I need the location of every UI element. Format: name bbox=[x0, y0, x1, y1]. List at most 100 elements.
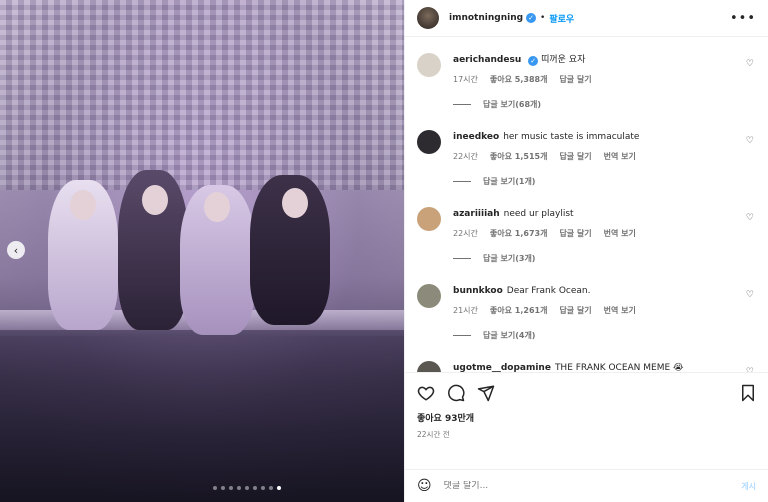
comment-text: aerichandesu ✓ 띠꺼운 요자 bbox=[453, 54, 756, 66]
comment-body: azariiiiah need ur playlist 22시간 좋아요 1,673개… bbox=[453, 207, 756, 239]
comment-row: ugotme__dopamineTHE FRANK OCEAN MEME 😭22… bbox=[417, 361, 756, 372]
comment-heart-icon[interactable]: ♡ bbox=[746, 136, 754, 146]
comment-heart-icon[interactable]: ♡ bbox=[746, 290, 754, 300]
comment-item: ineedkeo her music taste is immaculate 22시… bbox=[417, 130, 756, 207]
comment-body: ineedkeo her music taste is immaculate 22시… bbox=[453, 130, 756, 162]
comment-time[interactable]: 22시간 bbox=[453, 228, 478, 239]
commenter-username[interactable]: azariiiiah bbox=[453, 209, 500, 219]
comment-heart-icon[interactable]: ♡ bbox=[746, 59, 754, 69]
post-header: imnotningning ✓ • 팔로우 ••• bbox=[405, 0, 768, 37]
comment-heart-icon[interactable]: ♡ bbox=[746, 213, 754, 223]
carousel-dot bbox=[213, 486, 217, 490]
comment-icon[interactable] bbox=[447, 384, 465, 402]
comment-body: bunnkkoo Dear Frank Ocean. 21시간 좋아요 1,261개 답… bbox=[453, 284, 756, 316]
comment-content: her music taste is immaculate bbox=[503, 132, 640, 142]
commenter-avatar[interactable] bbox=[417, 361, 441, 372]
comment-item: bunnkkoo Dear Frank Ocean. 21시간 좋아요 1,261개 답… bbox=[417, 284, 756, 361]
comment-time[interactable]: 17시간 bbox=[453, 74, 478, 85]
view-replies-button[interactable]: 답글 보기(68개) bbox=[453, 99, 756, 110]
post-timestamp[interactable]: 22시간 전 bbox=[417, 429, 756, 440]
replies-line bbox=[453, 258, 471, 259]
comment-likes[interactable]: 좋아요 5,388개 bbox=[490, 74, 548, 85]
comment-likes[interactable]: 좋아요 1,261개 bbox=[490, 305, 548, 316]
translate-button[interactable]: 번역 보기 bbox=[604, 151, 636, 162]
action-icons bbox=[417, 381, 756, 405]
follow-button[interactable]: 팔로우 bbox=[549, 12, 574, 25]
reply-button[interactable]: 답글 달기 bbox=[559, 228, 591, 239]
view-replies-label: 답글 보기(3개) bbox=[483, 254, 536, 263]
view-replies-button[interactable]: 답글 보기(3개) bbox=[453, 253, 756, 264]
view-replies-button[interactable]: 답글 보기(1개) bbox=[453, 176, 756, 187]
view-replies-button[interactable]: 답글 보기(4개) bbox=[453, 330, 756, 341]
comment-likes[interactable]: 좋아요 1,673개 bbox=[490, 228, 548, 239]
photo-head bbox=[70, 190, 96, 220]
commenter-avatar[interactable] bbox=[417, 130, 441, 154]
comment-likes[interactable]: 좋아요 1,515개 bbox=[490, 151, 548, 162]
carousel-dot bbox=[245, 486, 249, 490]
comment-body: ugotme__dopamineTHE FRANK OCEAN MEME 😭22… bbox=[453, 361, 756, 372]
view-replies-label: 답글 보기(68개) bbox=[483, 100, 542, 109]
author-username[interactable]: imnotningning bbox=[449, 13, 523, 23]
post-actions: 좋아요 93만개 22시간 전 bbox=[405, 372, 768, 469]
view-replies-label: 답글 보기(1개) bbox=[483, 177, 536, 186]
header-separator: • bbox=[540, 13, 546, 23]
reply-button[interactable]: 답글 달기 bbox=[559, 305, 591, 316]
comment-row: aerichandesu ✓ 띠꺼운 요자 17시간 좋아요 5,388개 답글 달기 ♡ bbox=[417, 53, 756, 85]
comment-content: 띠꺼운 요자 bbox=[541, 55, 586, 65]
comment-time[interactable]: 22시간 bbox=[453, 151, 478, 162]
comment-meta: 22시간 좋아요 1,515개 답글 달기 번역 보기 bbox=[453, 151, 756, 162]
photo-head bbox=[142, 185, 168, 215]
comment-item: azariiiiah need ur playlist 22시간 좋아요 1,673개… bbox=[417, 207, 756, 284]
comment-meta: 22시간 좋아요 1,673개 답글 달기 번역 보기 bbox=[453, 228, 756, 239]
commenter-avatar[interactable] bbox=[417, 207, 441, 231]
comment-heart-icon[interactable]: ♡ bbox=[746, 367, 754, 372]
commenter-avatar[interactable] bbox=[417, 53, 441, 77]
comment-content: Dear Frank Ocean. bbox=[506, 286, 591, 296]
commenter-username[interactable]: ineedkeo bbox=[453, 132, 499, 142]
replies-line bbox=[453, 335, 471, 336]
replies-line bbox=[453, 104, 471, 105]
commenter-username[interactable]: aerichandesu bbox=[453, 55, 521, 65]
comment-input[interactable] bbox=[443, 481, 742, 491]
comment-text: azariiiiah need ur playlist bbox=[453, 208, 756, 220]
photo-head bbox=[282, 188, 308, 218]
comment-content: THE FRANK OCEAN MEME 😭 bbox=[554, 363, 684, 372]
view-replies-label: 답글 보기(4개) bbox=[483, 331, 536, 340]
comment-item: ugotme__dopamineTHE FRANK OCEAN MEME 😭22… bbox=[417, 361, 756, 372]
post-photo[interactable]: ‹ bbox=[0, 0, 404, 502]
bookmark-icon[interactable] bbox=[740, 384, 756, 402]
comments-list: aerichandesu ✓ 띠꺼운 요자 17시간 좋아요 5,388개 답글 달기 ♡… bbox=[405, 37, 768, 372]
translate-button[interactable]: 번역 보기 bbox=[604, 305, 636, 316]
carousel-dots bbox=[0, 486, 404, 490]
carousel-dot bbox=[269, 486, 273, 490]
carousel-prev-button[interactable]: ‹ bbox=[7, 241, 25, 259]
share-icon[interactable] bbox=[477, 384, 495, 402]
commenter-avatar[interactable] bbox=[417, 284, 441, 308]
author-avatar[interactable] bbox=[417, 7, 439, 29]
more-options-icon[interactable]: ••• bbox=[730, 11, 756, 26]
comment-content: need ur playlist bbox=[503, 209, 574, 219]
photo-floor bbox=[0, 330, 404, 502]
carousel-dot bbox=[261, 486, 265, 490]
emoji-icon[interactable]: ☺ bbox=[417, 478, 432, 494]
chevron-left-icon: ‹ bbox=[13, 243, 19, 257]
instagram-post: ‹ imnotningning ✓ • 팔로우 ••• aerichandesu… bbox=[0, 0, 768, 502]
reply-button[interactable]: 답글 달기 bbox=[559, 151, 591, 162]
commenter-username[interactable]: ugotme__dopamine bbox=[453, 363, 551, 372]
comment-row: ineedkeo her music taste is immaculate 22시… bbox=[417, 130, 756, 162]
comment-text: bunnkkoo Dear Frank Ocean. bbox=[453, 285, 756, 297]
likes-count[interactable]: 좋아요 93만개 bbox=[417, 411, 756, 424]
photo-head bbox=[204, 192, 230, 222]
comment-text: ineedkeo her music taste is immaculate bbox=[453, 131, 756, 143]
post-comment-button[interactable]: 게시 bbox=[741, 481, 756, 492]
translate-button[interactable]: 번역 보기 bbox=[604, 228, 636, 239]
comment-item: aerichandesu ✓ 띠꺼운 요자 17시간 좋아요 5,388개 답글 달기 ♡… bbox=[417, 53, 756, 130]
carousel-dot bbox=[221, 486, 225, 490]
photo-stands bbox=[0, 0, 404, 190]
heart-icon[interactable] bbox=[417, 384, 435, 402]
post-side-panel: imnotningning ✓ • 팔로우 ••• aerichandesu ✓ … bbox=[404, 0, 768, 502]
reply-button[interactable]: 답글 달기 bbox=[559, 74, 591, 85]
commenter-username[interactable]: bunnkkoo bbox=[453, 286, 503, 296]
comment-time[interactable]: 21시간 bbox=[453, 305, 478, 316]
comment-meta: 21시간 좋아요 1,261개 답글 달기 번역 보기 bbox=[453, 305, 756, 316]
